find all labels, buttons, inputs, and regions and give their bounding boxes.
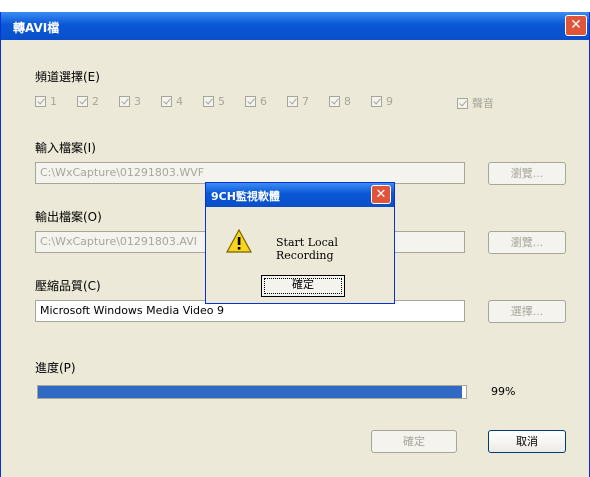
dialog-close-button[interactable]: ✕ [371, 185, 391, 204]
progress-percent: 99% [491, 385, 516, 398]
channel-label: 2 [92, 95, 99, 108]
checkbox-box [245, 96, 256, 107]
channel-label: 7 [302, 95, 309, 108]
audio-checkbox[interactable]: 聲音 [457, 95, 494, 111]
dialog-ok-button[interactable]: 確定 [261, 275, 345, 297]
audio-label: 聲音 [472, 97, 494, 110]
dialog-title-bar[interactable]: 9CH監視軟體 ✕ [206, 183, 394, 207]
channel-select-label: 頻道選擇(E) [35, 70, 100, 84]
checkbox-box [371, 96, 382, 107]
checkbox-box [287, 96, 298, 107]
channel-9-checkbox[interactable]: 9 [371, 95, 393, 108]
output-browse-button[interactable]: 瀏覽... [488, 231, 566, 254]
channel-7-checkbox[interactable]: 7 [287, 95, 309, 108]
close-button[interactable]: ✕ [565, 15, 587, 36]
dialog-message: Start Local Recording [276, 236, 338, 262]
checkbox-box [329, 96, 340, 107]
channel-label: 1 [50, 95, 57, 108]
quality-label: 壓縮品質(C) [35, 279, 101, 293]
checkbox-box [119, 96, 130, 107]
channel-label: 4 [176, 95, 183, 108]
window-title: 轉AVI檔 [13, 21, 60, 35]
channel-4-checkbox[interactable]: 4 [161, 95, 183, 108]
channel-6-checkbox[interactable]: 6 [245, 95, 267, 108]
quality-select-button[interactable]: 選擇... [488, 300, 566, 323]
progress-bar [37, 385, 467, 399]
channel-3-checkbox[interactable]: 3 [119, 95, 141, 108]
checkbox-box [161, 96, 172, 107]
input-browse-button[interactable]: 瀏覽... [488, 162, 566, 185]
channel-label: 6 [260, 95, 267, 108]
channel-5-checkbox[interactable]: 5 [203, 95, 225, 108]
channel-label: 5 [218, 95, 225, 108]
checkbox-box [35, 96, 46, 107]
channel-8-checkbox[interactable]: 8 [329, 95, 351, 108]
message-dialog: 9CH監視軟體 ✕ Start Local Recording 確定 [205, 182, 395, 304]
channel-2-checkbox[interactable]: 2 [77, 95, 99, 108]
title-bar[interactable]: 轉AVI檔 ✕ [1, 12, 589, 40]
input-file-field[interactable]: C:\WxCapture\01291803.WVF [35, 162, 465, 184]
channel-1-checkbox[interactable]: 1 [35, 95, 57, 108]
channel-label: 3 [134, 95, 141, 108]
checkbox-box [203, 96, 214, 107]
channel-label: 8 [344, 95, 351, 108]
ok-button[interactable]: 確定 [371, 430, 457, 453]
progress-fill [38, 386, 462, 398]
dialog-title: 9CH監視軟體 [211, 190, 280, 203]
checkbox-box [77, 96, 88, 107]
warning-icon [226, 229, 252, 253]
channel-label: 9 [386, 95, 393, 108]
input-file-label: 輸入檔案(I) [35, 141, 96, 155]
progress-label: 進度(P) [35, 361, 76, 375]
output-file-label: 輸出檔案(O) [35, 210, 102, 224]
checkbox-box [457, 97, 468, 109]
cancel-button[interactable]: 取消 [488, 430, 566, 453]
